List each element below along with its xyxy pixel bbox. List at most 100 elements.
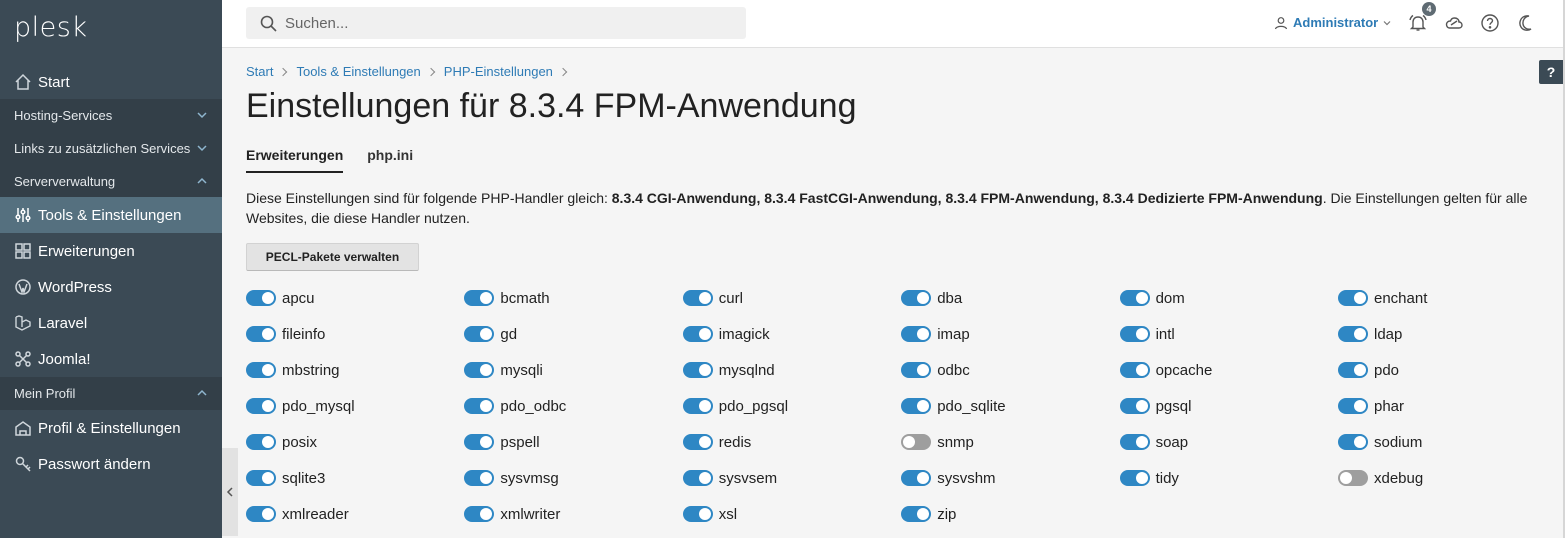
toggle-switch[interactable] [682, 434, 713, 450]
extension-toggle-snmp[interactable]: snmp [901, 432, 974, 452]
extension-toggle-imap[interactable]: imap [901, 324, 970, 344]
toggle-switch[interactable] [1119, 470, 1150, 486]
search-box[interactable] [246, 7, 746, 39]
sidebar-collapse-handle[interactable] [222, 448, 238, 536]
extension-toggle-dba[interactable]: dba [901, 288, 962, 308]
breadcrumb-php-settings[interactable]: PHP-Einstellungen [444, 64, 553, 79]
toggle-switch[interactable] [1338, 290, 1368, 306]
toggle-switch[interactable] [246, 326, 276, 342]
extension-toggle-pgsql[interactable]: pgsql [1119, 396, 1191, 416]
help-circle-icon[interactable] [1480, 13, 1500, 33]
extension-toggle-fileinfo[interactable]: fileinfo [246, 324, 325, 344]
toggle-switch[interactable] [246, 470, 276, 486]
toggle-switch[interactable] [682, 362, 713, 378]
extension-toggle-opcache[interactable]: opcache [1119, 360, 1212, 380]
sidebar-section-server[interactable]: Serververwaltung [0, 165, 222, 198]
extension-toggle-pspell[interactable]: pspell [464, 432, 540, 452]
breadcrumb-start[interactable]: Start [246, 64, 273, 79]
extension-toggle-apcu[interactable]: apcu [246, 288, 315, 308]
extension-toggle-xdebug[interactable]: xdebug [1338, 468, 1423, 488]
extension-toggle-sqlite3[interactable]: sqlite3 [246, 468, 325, 488]
toggle-switch[interactable] [246, 434, 276, 450]
extension-toggle-sysvsem[interactable]: sysvsem [682, 468, 777, 488]
toggle-switch[interactable] [682, 506, 713, 522]
toggle-switch[interactable] [901, 290, 932, 306]
extension-toggle-zip[interactable]: zip [901, 504, 956, 524]
toggle-switch[interactable] [1119, 398, 1150, 414]
sidebar-section-hosting[interactable]: Hosting-Services [0, 99, 222, 132]
help-button[interactable]: ? [1539, 60, 1563, 84]
toggle-switch[interactable] [1119, 434, 1150, 450]
manage-pecl-button[interactable]: PECL-Pakete verwalten [246, 243, 419, 271]
toggle-switch[interactable] [246, 506, 276, 522]
toggle-switch[interactable] [682, 398, 713, 414]
sidebar-item-wordpress[interactable]: WordPress [0, 269, 222, 305]
sidebar-item-laravel[interactable]: Laravel [0, 305, 222, 341]
sidebar-item-joomla[interactable]: Joomla! [0, 341, 222, 377]
extension-toggle-pdo_odbc[interactable]: pdo_odbc [464, 396, 566, 416]
tab-php-ini[interactable]: php.ini [367, 147, 413, 173]
extension-toggle-sysvmsg[interactable]: sysvmsg [464, 468, 559, 488]
extension-toggle-curl[interactable]: curl [682, 288, 743, 308]
sidebar-section-profile[interactable]: Mein Profil [0, 377, 222, 410]
toggle-switch[interactable] [464, 506, 495, 522]
extension-toggle-bcmath[interactable]: bcmath [464, 288, 550, 308]
sidebar-section-links[interactable]: Links zu zusätzlichen Services [0, 132, 222, 165]
sidebar-item-profile-settings[interactable]: Profil & Einstellungen [0, 410, 222, 446]
extension-toggle-pdo_sqlite[interactable]: pdo_sqlite [901, 396, 1006, 416]
extension-toggle-imagick[interactable]: imagick [682, 324, 770, 344]
extension-toggle-enchant[interactable]: enchant [1338, 288, 1427, 308]
tab-extensions[interactable]: Erweiterungen [246, 147, 344, 173]
extension-toggle-posix[interactable]: posix [246, 432, 317, 452]
cloud-icon[interactable] [1444, 13, 1464, 33]
sidebar-item-password[interactable]: Passwort ändern [0, 446, 222, 482]
toggle-switch[interactable] [246, 398, 276, 414]
toggle-switch[interactable] [901, 506, 932, 522]
extension-toggle-gd[interactable]: gd [464, 324, 517, 344]
toggle-switch[interactable] [682, 290, 713, 306]
toggle-switch[interactable] [682, 326, 713, 342]
extension-toggle-redis[interactable]: redis [682, 432, 751, 452]
extension-toggle-ldap[interactable]: ldap [1338, 324, 1402, 344]
toggle-switch[interactable] [464, 434, 495, 450]
extension-toggle-xsl[interactable]: xsl [682, 504, 737, 524]
extension-toggle-xmlreader[interactable]: xmlreader [246, 504, 349, 524]
toggle-switch[interactable] [464, 398, 495, 414]
extension-toggle-odbc[interactable]: odbc [901, 360, 970, 380]
search-input[interactable] [285, 14, 725, 32]
extension-toggle-intl[interactable]: intl [1119, 324, 1175, 344]
toggle-switch[interactable] [901, 470, 932, 486]
sidebar-item-start[interactable]: Start [0, 64, 222, 100]
user-menu[interactable]: Administrator [1274, 15, 1392, 30]
extension-toggle-mysqli[interactable]: mysqli [464, 360, 543, 380]
extension-toggle-mbstring[interactable]: mbstring [246, 360, 340, 380]
toggle-switch[interactable] [464, 290, 495, 306]
plesk-logo[interactable]: plesk [14, 12, 87, 43]
extension-toggle-tidy[interactable]: tidy [1119, 468, 1179, 488]
toggle-switch[interactable] [901, 434, 932, 450]
toggle-switch[interactable] [1338, 326, 1368, 342]
extension-toggle-pdo[interactable]: pdo [1338, 360, 1399, 380]
toggle-switch[interactable] [1338, 362, 1368, 378]
extension-toggle-sodium[interactable]: sodium [1338, 432, 1422, 452]
sidebar-item-extensions[interactable]: Erweiterungen [0, 233, 222, 269]
extension-toggle-mysqlnd[interactable]: mysqlnd [682, 360, 775, 380]
bell-icon[interactable] [1408, 13, 1428, 33]
toggle-switch[interactable] [464, 470, 495, 486]
moon-icon[interactable] [1516, 13, 1536, 33]
sidebar-item-tools[interactable]: Tools & Einstellungen [0, 197, 222, 233]
toggle-switch[interactable] [901, 362, 932, 378]
toggle-switch[interactable] [246, 362, 276, 378]
extension-toggle-sysvshm[interactable]: sysvshm [901, 468, 996, 488]
toggle-switch[interactable] [1338, 434, 1368, 450]
extension-toggle-pdo_pgsql[interactable]: pdo_pgsql [682, 396, 788, 416]
extension-toggle-dom[interactable]: dom [1119, 288, 1185, 308]
toggle-switch[interactable] [901, 398, 932, 414]
toggle-switch[interactable] [464, 362, 495, 378]
toggle-switch[interactable] [1119, 326, 1150, 342]
extension-toggle-pdo_mysql[interactable]: pdo_mysql [246, 396, 355, 416]
extension-toggle-phar[interactable]: phar [1338, 396, 1404, 416]
toggle-switch[interactable] [682, 470, 713, 486]
toggle-switch[interactable] [901, 326, 932, 342]
toggle-switch[interactable] [1338, 398, 1368, 414]
